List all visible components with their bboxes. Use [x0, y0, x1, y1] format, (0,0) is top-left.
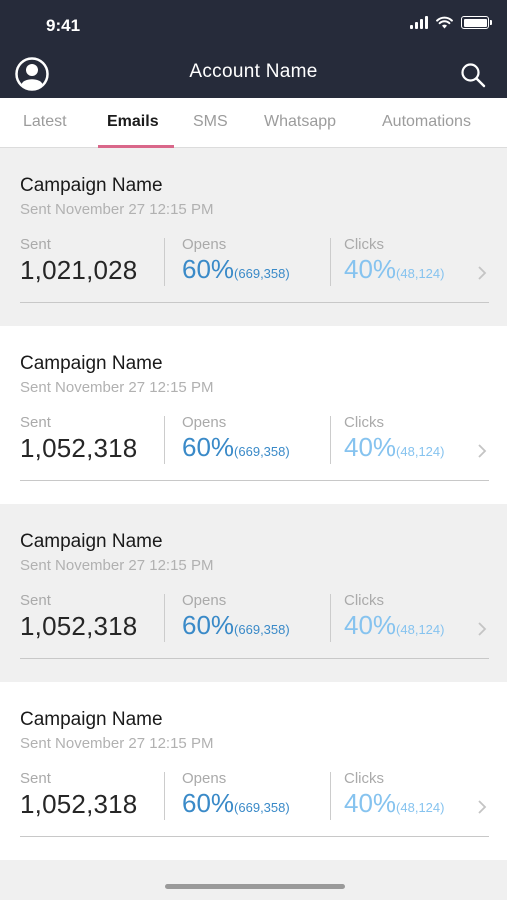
chevron-right-icon[interactable] [476, 620, 488, 638]
clicks-percent: 40% [344, 610, 397, 640]
clicks-count: (48,124) [396, 266, 445, 281]
sent-label: Sent [20, 414, 51, 431]
stat-divider [330, 772, 331, 820]
campaign-card[interactable]: Campaign Name Sent November 27 12:15 PM … [0, 326, 507, 504]
opens-stat: 60%(669,358) [182, 254, 290, 285]
tab-sms[interactable]: SMS [193, 113, 228, 131]
campaign-name: Campaign Name [20, 709, 163, 730]
campaign-name: Campaign Name [20, 175, 163, 196]
card-separator [20, 658, 489, 659]
clicks-stat: 40%(48,124) [344, 432, 444, 463]
page-title: Account Name [189, 61, 318, 82]
opens-label: Opens [182, 770, 227, 787]
status-time: 9:41 [46, 16, 81, 35]
chevron-right-icon[interactable] [476, 798, 488, 816]
stat-divider [164, 238, 165, 286]
sent-label: Sent [20, 770, 51, 787]
card-separator [20, 480, 489, 481]
campaign-card[interactable]: Campaign Name Sent November 27 12:15 PM … [0, 148, 507, 326]
campaign-card[interactable]: Campaign Name Sent November 27 12:15 PM … [0, 682, 507, 860]
chevron-right-icon[interactable] [476, 442, 488, 460]
stat-divider [330, 594, 331, 642]
campaign-sent-date: Sent November 27 12:15 PM [20, 379, 214, 396]
clicks-label: Clicks [344, 236, 384, 253]
opens-percent: 60% [182, 788, 235, 818]
stat-divider [164, 594, 165, 642]
search-icon[interactable] [459, 61, 487, 89]
campaign-sent-date: Sent November 27 12:15 PM [20, 735, 214, 752]
opens-stat: 60%(669,358) [182, 610, 290, 641]
opens-stat: 60%(669,358) [182, 788, 290, 819]
opens-percent: 60% [182, 610, 235, 640]
clicks-percent: 40% [344, 432, 397, 462]
wifi-icon [436, 16, 453, 29]
card-separator [20, 302, 489, 303]
opens-percent: 60% [182, 432, 235, 462]
stat-divider [164, 416, 165, 464]
battery-icon [461, 16, 492, 29]
clicks-count: (48,124) [396, 622, 445, 637]
clicks-stat: 40%(48,124) [344, 610, 444, 641]
sent-value: 1,052,318 [20, 789, 138, 819]
tab-whatsapp[interactable]: Whatsapp [264, 113, 336, 131]
opens-count: (669,358) [234, 622, 290, 637]
opens-count: (669,358) [234, 800, 290, 815]
clicks-count: (48,124) [396, 800, 445, 815]
stat-divider [330, 238, 331, 286]
opens-percent: 60% [182, 254, 235, 284]
tab-latest[interactable]: Latest [23, 113, 67, 131]
opens-stat: 60%(669,358) [182, 432, 290, 463]
campaign-name: Campaign Name [20, 531, 163, 552]
campaign-sent-date: Sent November 27 12:15 PM [20, 557, 214, 574]
sent-label: Sent [20, 236, 51, 253]
tab-bar: Latest Emails SMS Whatsapp Automations [0, 98, 507, 148]
opens-label: Opens [182, 236, 227, 253]
campaign-sent-date: Sent November 27 12:15 PM [20, 201, 214, 218]
stat-divider [164, 772, 165, 820]
clicks-label: Clicks [344, 592, 384, 609]
chevron-right-icon[interactable] [476, 264, 488, 282]
stat-divider [330, 416, 331, 464]
status-icons [410, 16, 492, 29]
home-indicator[interactable] [165, 884, 345, 889]
opens-count: (669,358) [234, 266, 290, 281]
app-header: 9:41 Account Name [0, 0, 507, 98]
sent-value: 1,021,028 [20, 255, 138, 285]
opens-count: (669,358) [234, 444, 290, 459]
clicks-count: (48,124) [396, 444, 445, 459]
campaign-card[interactable]: Campaign Name Sent November 27 12:15 PM … [0, 504, 507, 682]
sent-value: 1,052,318 [20, 433, 138, 463]
tab-automations[interactable]: Automations [382, 113, 471, 131]
opens-label: Opens [182, 414, 227, 431]
sent-value: 1,052,318 [20, 611, 138, 641]
clicks-label: Clicks [344, 414, 384, 431]
opens-label: Opens [182, 592, 227, 609]
clicks-stat: 40%(48,124) [344, 254, 444, 285]
clicks-stat: 40%(48,124) [344, 788, 444, 819]
sent-label: Sent [20, 592, 51, 609]
tab-emails[interactable]: Emails [107, 113, 159, 131]
clicks-percent: 40% [344, 788, 397, 818]
cellular-signal-icon [410, 16, 428, 29]
card-separator [20, 836, 489, 837]
clicks-label: Clicks [344, 770, 384, 787]
campaign-name: Campaign Name [20, 353, 163, 374]
clicks-percent: 40% [344, 254, 397, 284]
